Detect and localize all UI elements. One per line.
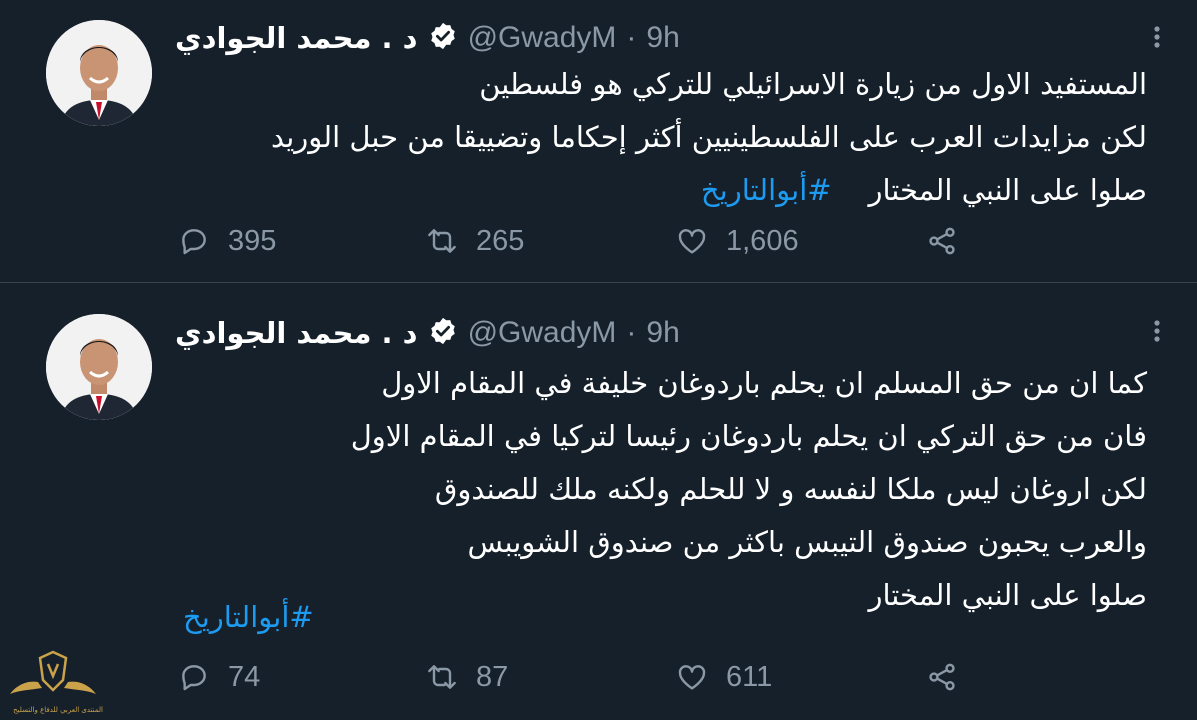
- like-button[interactable]: 1,606: [676, 216, 799, 266]
- reply-button[interactable]: 395: [178, 216, 276, 266]
- share-icon: [929, 663, 955, 691]
- verified-badge-icon: [418, 21, 468, 55]
- tweet-timestamp[interactable]: 9h: [646, 21, 679, 55]
- tweet-actions: 74 87 611: [178, 652, 978, 702]
- heart-icon: [678, 665, 706, 690]
- retweet-button[interactable]: 265: [426, 216, 524, 266]
- reply-count: 395: [228, 224, 277, 257]
- tweet-line: فان من حق التركي ان يحلم باردوغان رئيسا …: [350, 419, 1147, 453]
- tweet-line-text: صلوا على النبي المختار: [868, 173, 1147, 207]
- heart-icon: [678, 229, 706, 254]
- tweet-line: المستفيد الاول من زيارة الاسرائيلي للترك…: [479, 67, 1147, 101]
- reply-icon: [182, 229, 206, 255]
- share-button[interactable]: [926, 216, 976, 266]
- avatar-photo: [46, 20, 152, 126]
- tweet-line: كما ان من حق المسلم ان يحلم باردوغان خلي…: [381, 366, 1147, 400]
- like-button[interactable]: 611: [676, 652, 772, 702]
- reply-icon: [182, 665, 206, 691]
- tweet-divider: [0, 282, 1197, 283]
- more-vertical-icon[interactable]: [1147, 316, 1167, 346]
- eagle-shield-icon: [10, 650, 96, 694]
- tweet-header: د . محمد الجوادي @GwadyM · 9h: [175, 18, 680, 58]
- separator-dot: ·: [626, 316, 637, 349]
- tweet-header: د . محمد الجوادي @GwadyM · 9h: [175, 313, 680, 353]
- like-count: 611: [726, 660, 773, 693]
- author-handle[interactable]: @GwadyM: [468, 21, 617, 55]
- more-vertical-icon[interactable]: [1147, 22, 1167, 52]
- reply-button[interactable]: 74: [178, 652, 260, 702]
- watermark-logo: المنتدى العربي للدفاع والتسليح: [8, 646, 103, 720]
- retweet-count: 265: [476, 224, 525, 257]
- hashtag-row: #أبوالتاريخ: [183, 591, 314, 644]
- tweet-timestamp[interactable]: 9h: [646, 316, 679, 350]
- tweet-line: صلوا على النبي المختار #أبوالتاريخ: [187, 164, 1147, 217]
- reply-count: 74: [228, 660, 261, 693]
- retweet-icon: [428, 665, 456, 689]
- avatar[interactable]: [46, 314, 152, 420]
- tweet-1[interactable]: د . محمد الجوادي @GwadyM · 9h المستفيد ا…: [0, 0, 1197, 282]
- author-display-name[interactable]: د . محمد الجوادي: [175, 316, 418, 350]
- retweet-icon: [428, 229, 456, 253]
- hashtag-link[interactable]: #أبوالتاريخ: [701, 173, 832, 207]
- tweet-2[interactable]: د . محمد الجوادي @GwadyM · 9h كما ان من …: [0, 284, 1197, 720]
- tweet-actions: 395 265 1,606: [178, 216, 978, 266]
- retweet-count: 87: [476, 660, 509, 693]
- retweet-button[interactable]: 87: [426, 652, 508, 702]
- tweet-line: والعرب يحبون صندوق التيبس باكثر من صندوق…: [467, 525, 1147, 559]
- avatar-photo: [46, 314, 152, 420]
- share-icon: [929, 227, 955, 255]
- share-button[interactable]: [926, 652, 976, 702]
- separator-dot: ·: [626, 21, 637, 54]
- avatar[interactable]: [46, 20, 152, 126]
- author-display-name[interactable]: د . محمد الجوادي: [175, 21, 418, 55]
- author-handle[interactable]: @GwadyM: [468, 316, 617, 350]
- watermark-text: المنتدى العربي للدفاع والتسليح: [13, 706, 103, 714]
- like-count: 1,606: [726, 224, 799, 257]
- tweet-line: لكن اروغان ليس ملكا لنفسه و لا للحلم ولك…: [434, 472, 1147, 506]
- tweet-line: صلوا على النبي المختار: [868, 578, 1147, 612]
- tweet-line: لكن مزايدات العرب على الفلسطينيين أكثر إ…: [271, 120, 1147, 154]
- tweet-text: كما ان من حق المسلم ان يحلم باردوغان خلي…: [187, 357, 1147, 622]
- verified-badge-icon: [418, 316, 468, 350]
- hashtag-link[interactable]: #أبوالتاريخ: [183, 600, 314, 634]
- tweet-text: المستفيد الاول من زيارة الاسرائيلي للترك…: [187, 58, 1147, 217]
